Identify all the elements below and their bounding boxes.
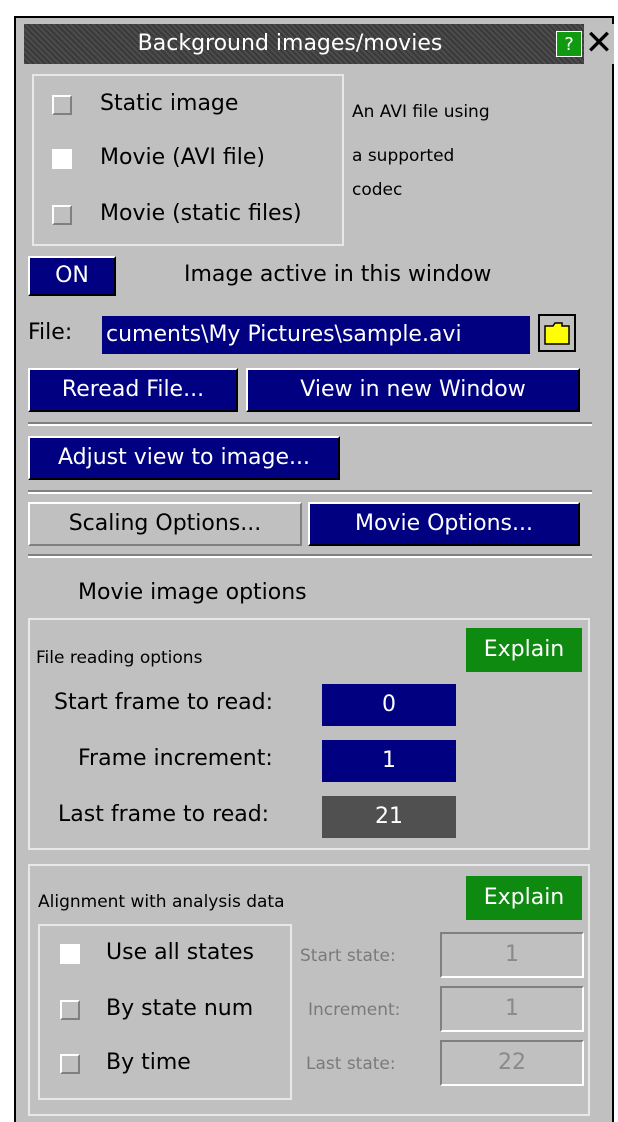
radio-static-image-label: Static image — [100, 91, 239, 116]
movie-options-heading: Movie image options — [78, 580, 307, 605]
reread-file-button[interactable]: Reread File... — [28, 368, 238, 412]
alignment-options-box: Use all states By state num By time — [38, 924, 292, 1100]
start-frame-input[interactable]: 0 — [322, 684, 456, 726]
separator-1 — [28, 422, 592, 426]
radio-static-image[interactable]: Static image — [34, 84, 334, 124]
scaling-options-button[interactable]: Scaling Options... — [28, 502, 302, 546]
radio-by-state-num[interactable]: By state num — [40, 988, 290, 1032]
title-bar[interactable]: Background images/movies ? ✕ — [24, 24, 614, 64]
file-label: File: — [28, 320, 73, 345]
last-state-label: Last state: — [306, 1054, 396, 1074]
start-state-label: Start state: — [300, 946, 396, 966]
radio-by-time[interactable]: By time — [40, 1042, 290, 1086]
file-path-input[interactable]: cuments\My Pictures\sample.avi — [102, 316, 530, 354]
radio-static-image-box[interactable] — [52, 95, 72, 115]
radio-by-time-box[interactable] — [60, 1054, 80, 1074]
file-reading-explain-button[interactable]: Explain — [466, 628, 582, 672]
radio-movie-static-files[interactable]: Movie (static files) — [34, 192, 334, 232]
source-description-line-2: a supported — [352, 146, 455, 166]
radio-by-state-num-label: By state num — [106, 996, 254, 1021]
radio-movie-avi[interactable]: Movie (AVI file) — [34, 138, 334, 178]
alignment-group: Alignment with analysis data Explain Use… — [28, 864, 590, 1116]
start-state-input: 1 — [440, 932, 584, 978]
alignment-heading: Alignment with analysis data — [38, 892, 285, 912]
file-reading-group: File reading options Explain Start frame… — [28, 618, 590, 850]
help-button[interactable]: ? — [556, 31, 582, 57]
radio-movie-avi-label: Movie (AVI file) — [100, 145, 265, 170]
background-images-panel: Background images/movies ? ✕ Static imag… — [14, 16, 614, 1122]
radio-use-all-states-label: Use all states — [106, 940, 254, 965]
source-description-line-3: codec — [352, 180, 403, 200]
alignment-explain-button[interactable]: Explain — [466, 876, 582, 920]
file-reading-heading: File reading options — [36, 648, 203, 668]
source-type-group: Static image Movie (AVI file) Movie (sta… — [32, 74, 344, 246]
image-active-label: Image active in this window — [184, 262, 492, 287]
movie-options-button[interactable]: Movie Options... — [308, 502, 580, 546]
last-state-input: 22 — [440, 1040, 584, 1086]
radio-by-state-num-box[interactable] — [60, 1000, 80, 1020]
increment-label: Increment: — [308, 1000, 401, 1020]
folder-icon — [544, 322, 570, 345]
separator-3 — [28, 554, 592, 558]
radio-use-all-states-box[interactable] — [60, 944, 80, 964]
adjust-view-button[interactable]: Adjust view to image... — [28, 436, 340, 480]
radio-movie-avi-box[interactable] — [52, 149, 72, 169]
image-active-toggle[interactable]: ON — [28, 256, 116, 296]
view-in-new-window-button[interactable]: View in new Window — [246, 368, 580, 412]
radio-use-all-states[interactable]: Use all states — [40, 932, 290, 976]
close-icon[interactable]: ✕ — [584, 24, 614, 64]
last-frame-value: 21 — [322, 796, 456, 838]
frame-increment-input[interactable]: 1 — [322, 740, 456, 782]
increment-input: 1 — [440, 986, 584, 1032]
start-frame-label: Start frame to read: — [54, 690, 274, 715]
source-description-line-1: An AVI file using — [352, 102, 490, 122]
frame-increment-label: Frame increment: — [78, 746, 273, 771]
separator-2 — [28, 490, 592, 494]
radio-movie-static-files-box[interactable] — [52, 205, 72, 225]
last-frame-label: Last frame to read: — [58, 802, 270, 827]
window-title: Background images/movies — [137, 31, 443, 56]
radio-by-time-label: By time — [106, 1050, 191, 1075]
browse-folder-button[interactable] — [538, 314, 576, 352]
radio-movie-static-files-label: Movie (static files) — [100, 201, 302, 226]
